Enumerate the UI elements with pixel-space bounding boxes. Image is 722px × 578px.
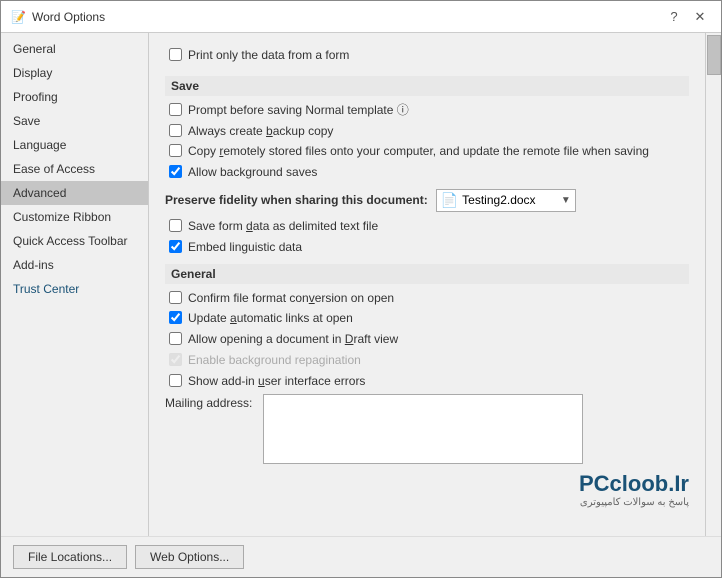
update-auto-links-label: Update automatic links at open: [188, 310, 353, 327]
enable-background-repagination-checkbox: [169, 353, 182, 366]
enable-background-repagination-row: Enable background repagination: [165, 352, 689, 369]
prompt-before-saving-label: Prompt before saving Normal template ⓘ: [188, 102, 409, 119]
allow-opening-draft-row: Allow opening a document in Draft view: [165, 331, 689, 348]
watermark-sub: پاسخ به سوالات کامپیوتری: [579, 497, 689, 508]
preserve-fidelity-row: Preserve fidelity when sharing this docu…: [165, 189, 689, 212]
window-icon: 📝: [11, 10, 26, 24]
main-content: General Display Proofing Save Language E…: [1, 33, 721, 536]
sidebar-item-general[interactable]: General: [1, 37, 148, 61]
sidebar-item-quick-access-toolbar[interactable]: Quick Access Toolbar: [1, 229, 148, 253]
title-bar-controls: ? ✕: [663, 6, 711, 28]
sidebar-item-add-ins[interactable]: Add-ins: [1, 253, 148, 277]
copy-remotely-stored-row: Copy remotely stored files onto your com…: [165, 143, 689, 160]
save-form-data-label: Save form data as delimited text file: [188, 218, 378, 235]
watermark: PCcloob.Ir پاسخ به سوالات کامپیوتری: [579, 471, 689, 508]
enable-background-repagination-label: Enable background repagination: [188, 352, 361, 369]
close-button[interactable]: ✕: [689, 6, 711, 28]
allow-background-saves-label: Allow background saves: [188, 164, 317, 181]
dropdown-arrow-icon: ▼: [561, 195, 571, 206]
watermark-main: PCcloob.Ir: [579, 471, 689, 497]
sidebar-item-proofing[interactable]: Proofing: [1, 85, 148, 109]
allow-background-saves-checkbox[interactable]: [169, 165, 182, 178]
print-form-option: Print only the data from a form: [165, 47, 349, 64]
print-form-label: Print only the data from a form: [188, 47, 349, 64]
allow-background-saves-row: Allow background saves: [165, 164, 689, 181]
always-create-backup-row: Always create backup copy: [165, 123, 689, 140]
print-form-checkbox[interactable]: [169, 48, 182, 61]
copy-remotely-stored-checkbox[interactable]: [169, 144, 182, 157]
sidebar-item-trust-center[interactable]: Trust Center: [1, 277, 148, 301]
save-form-data-checkbox[interactable]: [169, 219, 182, 232]
sidebar-item-language[interactable]: Language: [1, 133, 148, 157]
title-bar: 📝 Word Options ? ✕: [1, 1, 721, 33]
show-add-in-errors-checkbox[interactable]: [169, 374, 182, 387]
scrollbar-thumb[interactable]: [707, 35, 721, 75]
doc-icon: 📄: [441, 192, 458, 209]
confirm-file-format-row: Confirm file format conversion on open: [165, 290, 689, 307]
file-locations-button[interactable]: File Locations...: [13, 545, 127, 569]
update-auto-links-checkbox[interactable]: [169, 311, 182, 324]
print-form-row: Print only the data from a form: [165, 43, 689, 68]
sidebar-item-advanced[interactable]: Advanced: [1, 181, 148, 205]
always-create-backup-label: Always create backup copy: [188, 123, 333, 140]
scrollbar-track[interactable]: [705, 33, 721, 536]
allow-opening-draft-label: Allow opening a document in Draft view: [188, 331, 398, 348]
prompt-before-saving-row: Prompt before saving Normal template ⓘ: [165, 102, 689, 119]
doc-dropdown-text: Testing2.docx: [462, 193, 557, 207]
help-button[interactable]: ?: [663, 6, 685, 28]
title-bar-left: 📝 Word Options: [11, 10, 105, 24]
content-with-scroll: Print only the data from a form Save Pro…: [149, 33, 721, 536]
mailing-address-row: Mailing address:: [165, 394, 689, 464]
show-add-in-errors-row: Show add-in user interface errors: [165, 373, 689, 390]
sidebar-item-ease-of-access[interactable]: Ease of Access: [1, 157, 148, 181]
always-create-backup-checkbox[interactable]: [169, 124, 182, 137]
watermark-area: PCcloob.Ir پاسخ به سوالات کامپیوتری: [165, 468, 689, 498]
embed-linguistic-row: Embed linguistic data: [165, 239, 689, 256]
sidebar-item-display[interactable]: Display: [1, 61, 148, 85]
mailing-address-label: Mailing address:: [165, 394, 255, 410]
save-section-label: Save: [165, 76, 689, 96]
prompt-before-saving-checkbox[interactable]: [169, 103, 182, 116]
general-section-label: General: [165, 264, 689, 284]
confirm-file-format-checkbox[interactable]: [169, 291, 182, 304]
embed-linguistic-label: Embed linguistic data: [188, 239, 302, 256]
confirm-file-format-label: Confirm file format conversion on open: [188, 290, 394, 307]
sidebar: General Display Proofing Save Language E…: [1, 33, 149, 536]
save-form-data-row: Save form data as delimited text file: [165, 218, 689, 235]
copy-remotely-stored-label: Copy remotely stored files onto your com…: [188, 143, 649, 160]
sidebar-item-save[interactable]: Save: [1, 109, 148, 133]
preserve-fidelity-label: Preserve fidelity when sharing this docu…: [165, 193, 428, 207]
mailing-address-textarea[interactable]: [263, 394, 583, 464]
allow-opening-draft-checkbox[interactable]: [169, 332, 182, 345]
bottom-buttons: File Locations... Web Options...: [1, 536, 721, 577]
word-options-window: 📝 Word Options ? ✕ General Display Proof…: [0, 0, 722, 578]
window-title: Word Options: [32, 10, 105, 24]
embed-linguistic-checkbox[interactable]: [169, 240, 182, 253]
sidebar-item-customize-ribbon[interactable]: Customize Ribbon: [1, 205, 148, 229]
doc-dropdown[interactable]: 📄 Testing2.docx ▼: [436, 189, 576, 212]
web-options-button[interactable]: Web Options...: [135, 545, 244, 569]
content-scroll: Print only the data from a form Save Pro…: [149, 33, 705, 536]
update-auto-links-row: Update automatic links at open: [165, 310, 689, 327]
show-add-in-errors-label: Show add-in user interface errors: [188, 373, 365, 390]
